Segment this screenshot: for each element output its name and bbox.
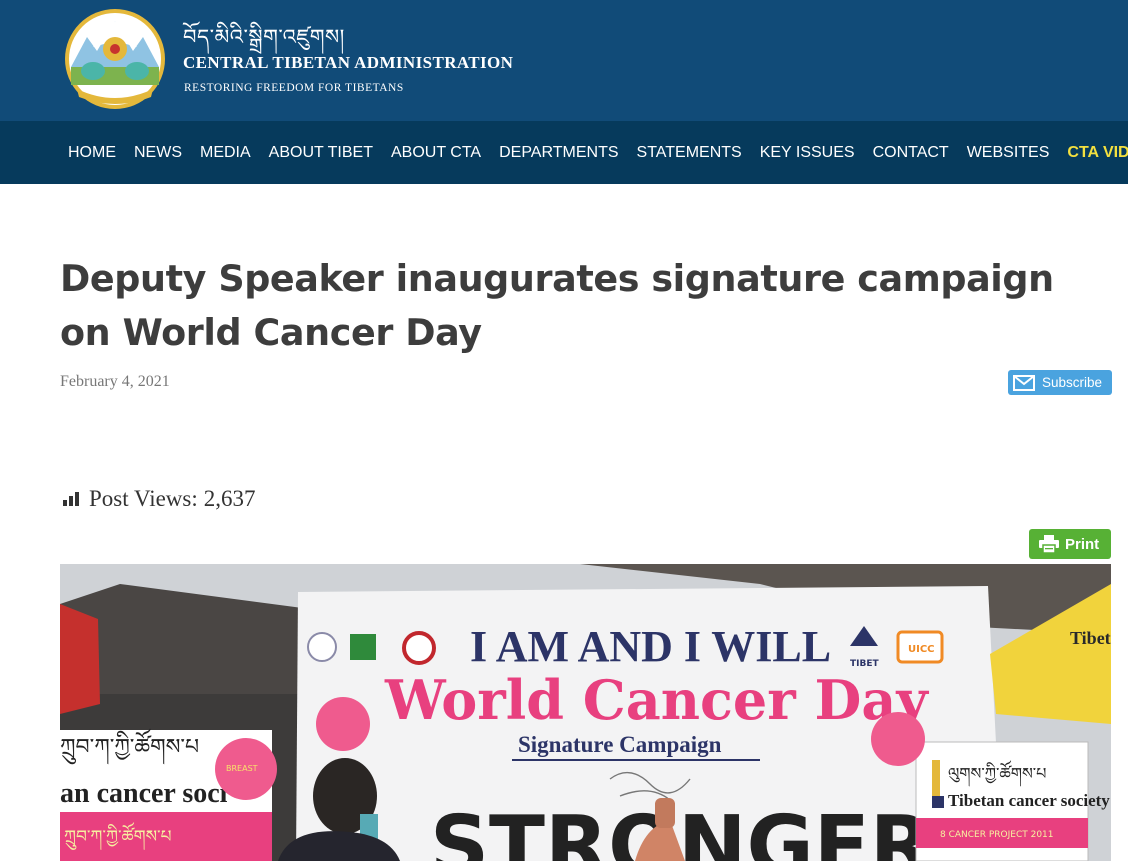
nav-item-about-cta[interactable]: ABOUT CTA bbox=[391, 121, 481, 184]
nav-item-key-issues[interactable]: KEY ISSUES bbox=[760, 121, 855, 184]
nav-item-departments[interactable]: DEPARTMENTS bbox=[499, 121, 618, 184]
article-title: Deputy Speaker inaugurates signature cam… bbox=[60, 257, 1054, 354]
site-header: བོད་མིའི་སྒྲིག་འཛུགས། CENTRAL TIBETAN AD… bbox=[0, 0, 1128, 121]
balloon-text: BREAST bbox=[226, 764, 258, 773]
subscribe-label: Subscribe bbox=[1042, 375, 1103, 390]
sign-right-tibetan: ལུགས་ཀྱི་ཚོགས་པ bbox=[948, 760, 1046, 787]
tent-text: Tibetan bbox=[1070, 628, 1111, 648]
print-label: Print bbox=[1065, 535, 1100, 553]
post-views: Post Views: 2,637 bbox=[62, 486, 256, 512]
nav-item-statements[interactable]: STATEMENTS bbox=[637, 121, 742, 184]
sign-right-bottom: 8 CANCER PROJECT 2011 bbox=[940, 830, 1054, 840]
main-navigation: HOME NEWS MEDIA ABOUT TIBET ABOUT CTA DE… bbox=[0, 121, 1128, 184]
org-name[interactable]: CENTRAL TIBETAN ADMINISTRATION bbox=[183, 53, 513, 73]
nav-item-home[interactable]: HOME bbox=[68, 121, 116, 184]
sign-left-english: an cancer soci bbox=[60, 778, 228, 809]
nav-item-cta-videos[interactable]: CTA VIDEOS bbox=[1067, 121, 1128, 184]
nav-item-media[interactable]: MEDIA bbox=[200, 121, 251, 184]
banner-line-3: Signature Campaign bbox=[518, 732, 722, 757]
article-date: February 4, 2021 bbox=[60, 373, 170, 390]
print-button[interactable]: Print bbox=[1029, 529, 1111, 559]
mail-icon bbox=[1013, 374, 1035, 391]
nav-item-news[interactable]: NEWS bbox=[134, 121, 182, 184]
org-tagline: RESTORING FREEDOM FOR TIBETANS bbox=[184, 82, 404, 94]
nav-item-websites[interactable]: WEBSITES bbox=[967, 121, 1050, 184]
nav-item-contact[interactable]: CONTACT bbox=[873, 121, 949, 184]
nav-menu: HOME NEWS MEDIA ABOUT TIBET ABOUT CTA DE… bbox=[68, 121, 1128, 184]
printer-icon bbox=[1039, 535, 1059, 553]
bar-chart-icon bbox=[62, 492, 80, 506]
post-views-count: 2,637 bbox=[203, 486, 256, 511]
post-views-label: Post Views: bbox=[89, 486, 198, 511]
article-featured-image: TIBET UICC I AM AND I WILL World Cancer … bbox=[60, 564, 1111, 861]
sign-left-bottom: ཀྲུབ་ཀ་ཀྱི་ཚོགས་པ bbox=[64, 822, 172, 851]
banner-line-1: I AM AND I WILL bbox=[470, 622, 831, 671]
nav-item-about-tibet[interactable]: ABOUT TIBET bbox=[269, 121, 373, 184]
sign-right-english: Tibetan cancer society bbox=[948, 791, 1110, 810]
subscribe-button[interactable]: Subscribe bbox=[1008, 370, 1112, 395]
cta-emblem-logo[interactable] bbox=[63, 7, 167, 111]
banner-line-2: World Cancer Day bbox=[384, 668, 929, 732]
banner-logo-uicc-text: UICC bbox=[908, 644, 935, 655]
